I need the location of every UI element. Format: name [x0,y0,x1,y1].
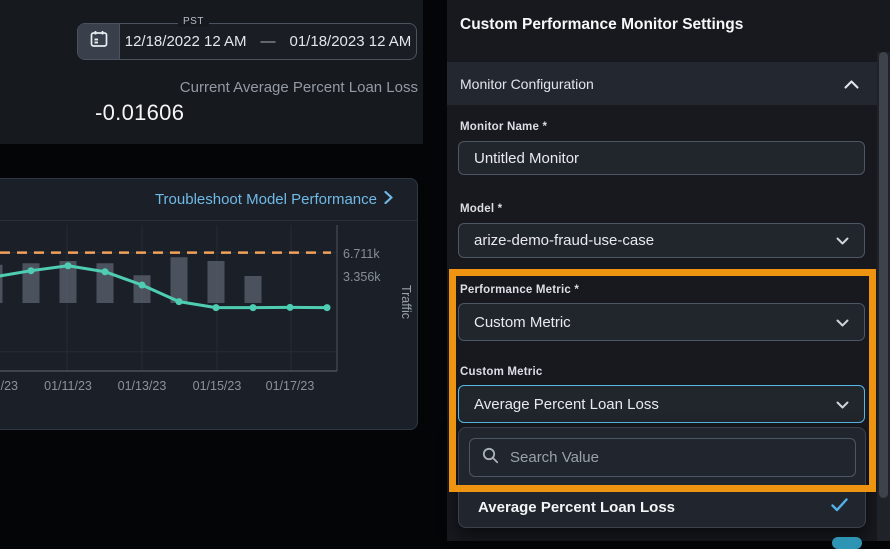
search-value-input[interactable] [510,449,843,466]
calendar-button[interactable] [78,24,120,59]
partially-visible-button[interactable] [832,537,862,549]
date-range-start[interactable]: 12/18/2022 12 AM [125,33,247,50]
summary-card: PST 12/18/2022 12 AM — 01/18/2023 12 AM … [0,0,423,144]
current-metric-label: Current Average Percent Loan Loss [179,79,418,96]
traffic-performance-chart: 6.711k 3.356k Traffic/23 01/11/23 01/13/23 01… [0,225,412,393]
svg-text:01/17/23: 01/17/23 [266,379,315,393]
performance-metric-label: Performance Metric * [460,284,580,296]
svg-text:01/13/23: 01/13/23 [118,379,167,393]
calendar-icon [89,29,109,54]
chevron-down-icon [836,232,849,249]
svg-text:/23: /23 [1,379,18,393]
monitor-configuration-section-header[interactable]: Monitor Configuration [447,62,877,105]
scrollbar-thumb[interactable] [879,52,888,498]
custom-metric-dropdown: Average Percent Loan Loss [458,427,866,528]
custom-metric-select[interactable]: Average Percent Loan Loss [458,385,865,423]
svg-text:3.356k: 3.356k [343,270,381,284]
chevron-down-icon [836,314,849,331]
monitor-settings-panel: Custom Performance Monitor Settings Moni… [447,0,890,541]
dropdown-search-box[interactable] [469,438,856,477]
svg-text:01/11/23: 01/11/23 [44,379,92,393]
troubleshoot-model-performance-link[interactable]: Troubleshoot Model Performance [155,190,393,208]
date-range-separator: — [260,33,276,50]
dropdown-option-average-percent-loan-loss[interactable]: Average Percent Loan Loss [460,487,865,527]
model-select[interactable]: arize-demo-fraud-use-case [458,223,865,258]
monitor-name-input[interactable]: Untitled Monitor [458,141,865,175]
panel-title: Custom Performance Monitor Settings [460,16,744,33]
current-metric-value: -0.01606 [95,100,185,125]
monitor-name-label: Monitor Name * [460,121,548,133]
chevron-up-icon [844,76,859,92]
svg-text:01/15/23: 01/15/23 [193,379,242,393]
section-label: Monitor Configuration [460,75,594,92]
search-icon [482,447,499,469]
date-range-end[interactable]: 01/18/2023 12 AM [290,33,412,50]
check-icon [831,498,848,516]
performance-metric-select[interactable]: Custom Metric [458,303,865,341]
custom-metric-label: Custom Metric [460,366,543,378]
date-range-picker[interactable]: 12/18/2022 12 AM — 01/18/2023 12 AM [77,23,417,60]
model-label: Model * [460,203,503,215]
timezone-label: PST [178,15,209,27]
svg-text:Traffic: Traffic [399,285,412,319]
chevron-down-icon [836,396,849,413]
chevron-right-icon [384,190,393,208]
chart-card-header: Troubleshoot Model Performance [0,179,417,221]
svg-text:6.711k: 6.711k [343,247,380,261]
